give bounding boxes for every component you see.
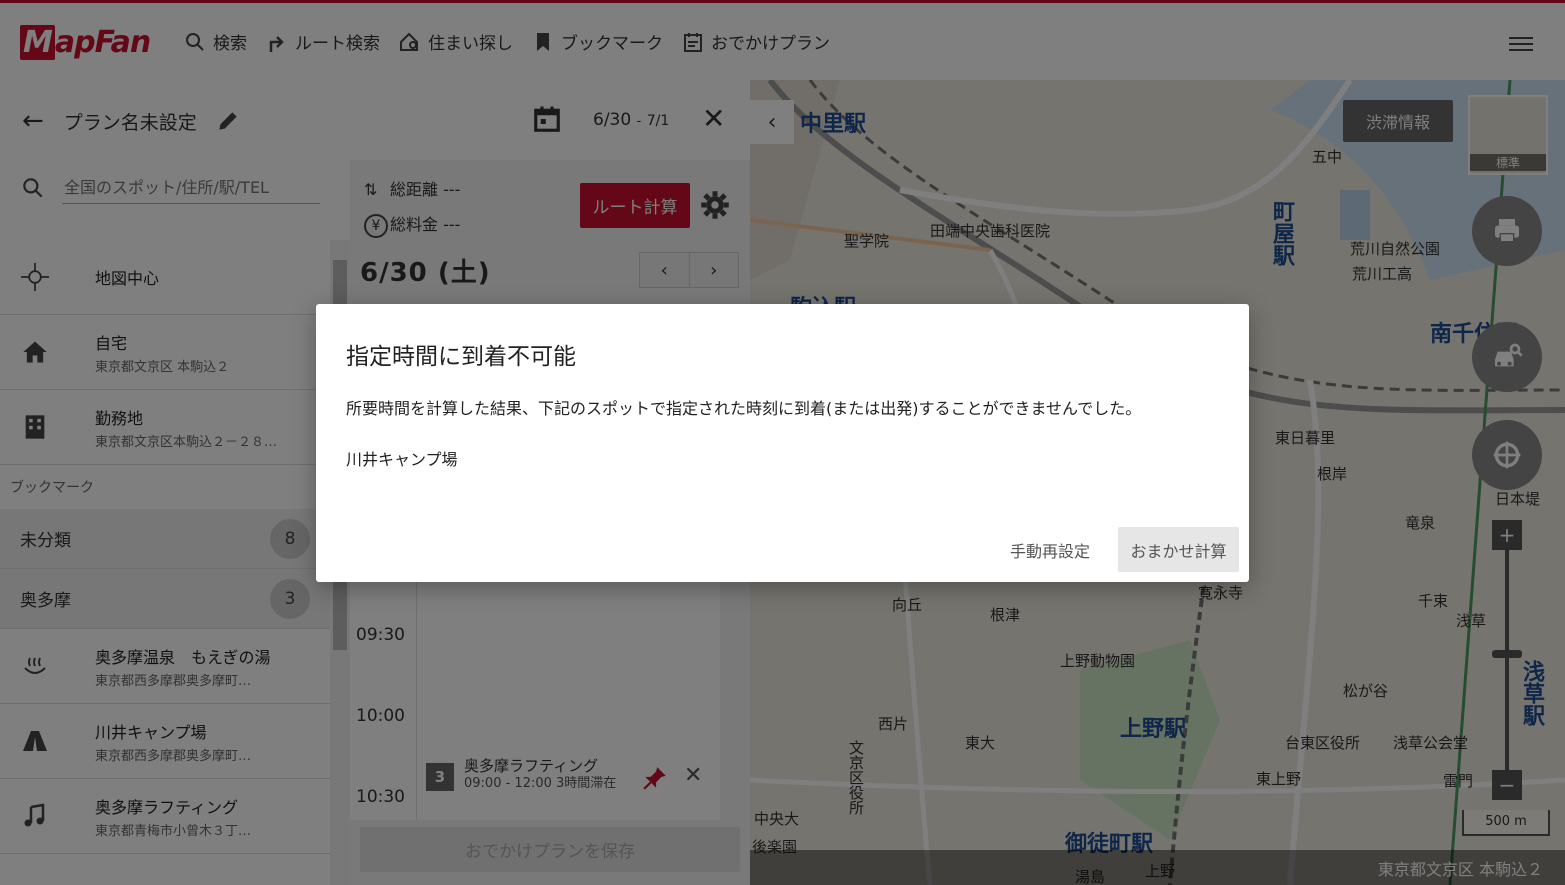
dialog-message: 所要時間を計算した結果、下記のスポットで指定された時刻に到着(または出発)するこ… xyxy=(346,399,1142,418)
dialog-title: 指定時間に到着不可能 xyxy=(346,344,576,370)
dialog-spot-name: 川井キャンプ場 xyxy=(346,450,458,469)
auto-calc-button[interactable]: おまかせ計算 xyxy=(1118,527,1239,572)
arrival-error-dialog: 指定時間に到着不可能 所要時間を計算した結果、下記のスポットで指定された時刻に到… xyxy=(316,304,1249,582)
manual-reset-button[interactable]: 手動再設定 xyxy=(1004,528,1096,572)
